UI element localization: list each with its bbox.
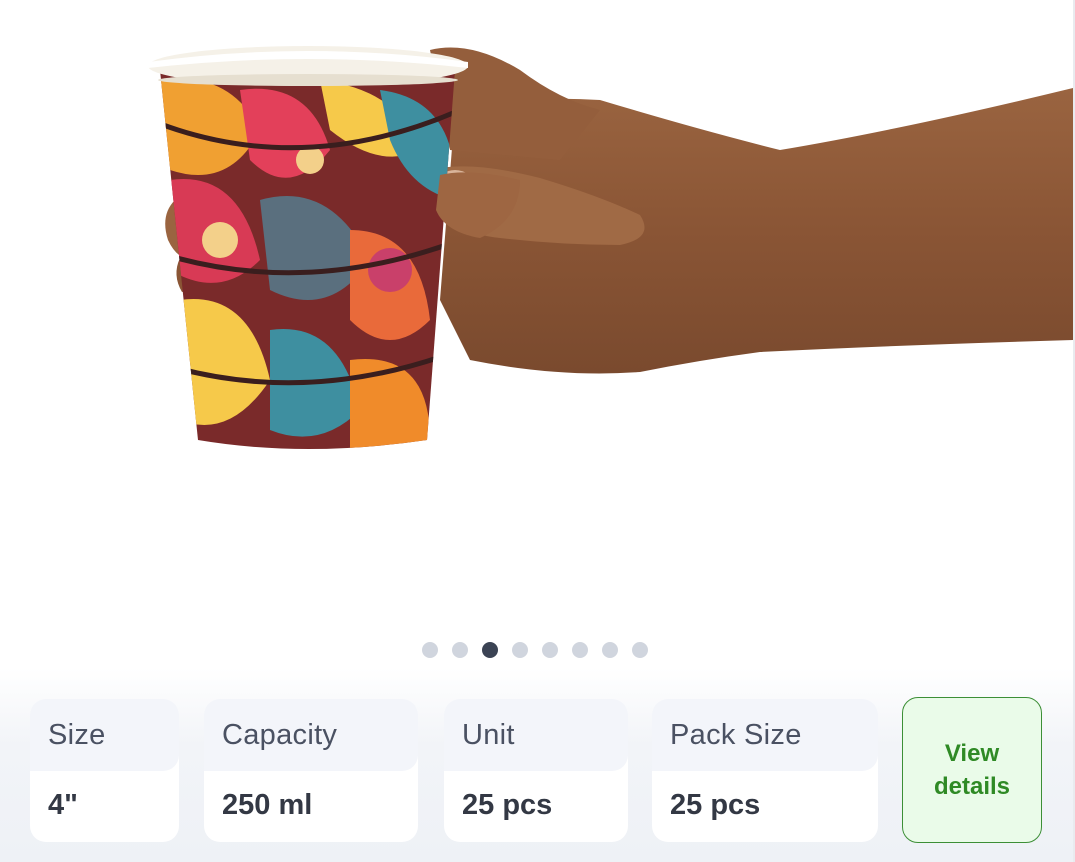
spec-value: 4" — [48, 789, 78, 821]
carousel-dot[interactable] — [512, 642, 528, 658]
spec-card-capacity: Capacity 250 ml — [204, 699, 418, 842]
spec-value: 25 pcs — [462, 789, 553, 821]
spec-card-size: Size 4" — [30, 699, 179, 842]
carousel-dot[interactable] — [482, 642, 498, 658]
carousel-dot[interactable] — [452, 642, 468, 658]
spec-label: Size — [30, 699, 179, 771]
spec-value: 25 pcs — [670, 789, 761, 821]
spec-value: 250 ml — [222, 789, 313, 821]
spec-card-pack-size: Pack Size 25 pcs — [652, 699, 878, 842]
view-details-line1: View — [944, 740, 1000, 767]
product-image — [148, 46, 1073, 449]
carousel-dot[interactable] — [602, 642, 618, 658]
spec-label: Unit — [444, 699, 628, 771]
carousel-dot[interactable] — [572, 642, 588, 658]
carousel-dot[interactable] — [422, 642, 438, 658]
spec-label: Capacity — [204, 699, 418, 771]
carousel-pagination — [422, 642, 648, 658]
carousel-dot[interactable] — [542, 642, 558, 658]
spec-card-unit: Unit 25 pcs — [444, 699, 628, 842]
view-details-button[interactable]: View details — [902, 697, 1042, 843]
view-details-line2: details — [933, 773, 1011, 800]
product-image-carousel[interactable] — [0, 0, 1073, 640]
product-viewer: Size 4" Capacity 250 ml Unit 25 pcs Pack… — [0, 0, 1075, 862]
carousel-dot[interactable] — [632, 642, 648, 658]
spec-label: Pack Size — [652, 699, 878, 771]
